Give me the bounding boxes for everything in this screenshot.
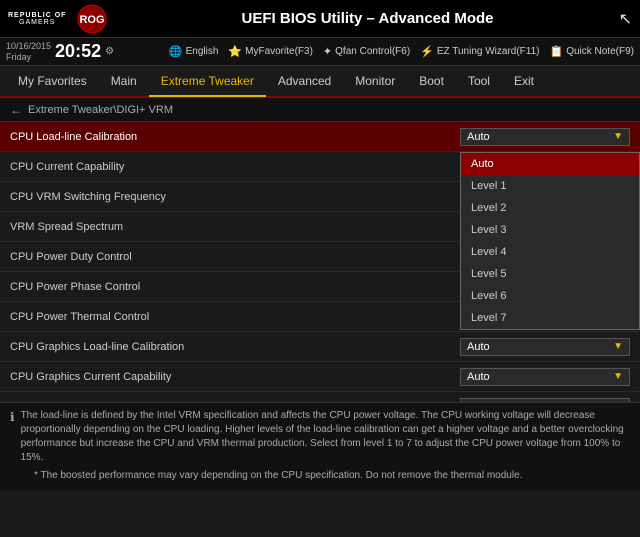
toolbar-myfavorite[interactable]: ⭐ MyFavorite(F3) <box>228 45 313 58</box>
dropdown-option-level7[interactable]: Level 7 <box>461 307 639 329</box>
setting-name: CPU Power Phase Control <box>10 281 460 293</box>
tab-myfavorites[interactable]: My Favorites <box>6 66 99 96</box>
toolbar-quicknote-label: Quick Note(F9) <box>566 46 634 57</box>
dropdown-arrow-icon: ▼ <box>613 371 623 382</box>
star-icon: ⭐ <box>228 45 242 58</box>
cpu-gfx-switch-freq-dropdown[interactable]: Auto ▼ <box>460 398 630 403</box>
cpu-loadline-dropdown[interactable]: Auto ▼ <box>460 128 630 146</box>
dropdown-arrow-icon: ▼ <box>613 131 623 142</box>
dropdown-arrow-icon: ▼ <box>613 401 623 402</box>
dropdown-value: Auto <box>467 401 490 403</box>
setting-name: CPU Graphics Current Capability <box>10 371 460 383</box>
tab-main[interactable]: Main <box>99 66 149 96</box>
toolbar-myfavorite-label: MyFavorite(F3) <box>245 46 313 57</box>
time-display: 20:52 <box>55 41 101 62</box>
time-section: 10/16/2015 Friday 20:52 ⚙ <box>6 41 114 63</box>
toolbar-quicknote[interactable]: 📋 Quick Note(F9) <box>550 45 635 58</box>
setting-value: Auto ▼ <box>460 338 630 356</box>
bottom-info: ℹ The load-line is defined by the Intel … <box>0 402 640 491</box>
toolbar: 10/16/2015 Friday 20:52 ⚙ 🌐 English ⭐ My… <box>0 38 640 66</box>
toolbar-eztuning[interactable]: ⚡ EZ Tuning Wizard(F11) <box>420 45 539 58</box>
setting-value: Auto ▼ <box>460 398 630 403</box>
setting-name: CPU Graphics Switching Frequency <box>10 401 460 403</box>
dropdown-option-level3[interactable]: Level 3 <box>461 219 639 241</box>
toolbar-language-label: English <box>186 46 219 57</box>
info-description: The load-line is defined by the Intel VR… <box>21 409 630 465</box>
setting-name: CPU Graphics Load-line Calibration <box>10 341 460 353</box>
settings-gear-icon[interactable]: ⚙ <box>105 46 114 57</box>
setting-name: CPU VRM Switching Frequency <box>10 191 460 203</box>
tab-boot[interactable]: Boot <box>407 66 456 96</box>
fan-icon: ✦ <box>323 45 332 58</box>
dropdown-option-auto[interactable]: Auto <box>461 153 639 175</box>
toolbar-items: 🌐 English ⭐ MyFavorite(F3) ✦ Qfan Contro… <box>126 45 634 58</box>
tab-extreme-tweaker[interactable]: Extreme Tweaker <box>149 67 266 97</box>
breadcrumb: ← Extreme Tweaker\DIGI+ VRM <box>0 98 640 122</box>
info-icon: ℹ <box>10 410 15 465</box>
setting-value: Auto ▼ <box>460 368 630 386</box>
info-spacer <box>10 469 28 483</box>
dropdown-option-level1[interactable]: Level 1 <box>461 175 639 197</box>
setting-name: CPU Power Thermal Control <box>10 311 460 323</box>
info-row: ℹ The load-line is defined by the Intel … <box>10 409 630 465</box>
tab-monitor[interactable]: Monitor <box>343 66 407 96</box>
bios-title: UEFI BIOS Utility – Advanced Mode <box>116 10 618 27</box>
dropdown-value: Auto <box>467 341 490 353</box>
dropdown-option-level5[interactable]: Level 5 <box>461 263 639 285</box>
toolbar-language[interactable]: 🌐 English <box>169 45 219 58</box>
setting-name: CPU Load-line Calibration <box>10 131 460 143</box>
cpu-gfx-loadline-dropdown[interactable]: Auto ▼ <box>460 338 630 356</box>
setting-name: CPU Power Duty Control <box>10 251 460 263</box>
tab-exit[interactable]: Exit <box>502 66 546 96</box>
setting-name: VRM Spread Spectrum <box>10 221 460 233</box>
date-day: 10/16/2015 Friday <box>6 41 51 63</box>
back-arrow-icon[interactable]: ← <box>10 103 22 117</box>
tab-advanced[interactable]: Advanced <box>266 66 343 96</box>
globe-icon: 🌐 <box>169 45 183 58</box>
dropdown-value: Auto <box>467 371 490 383</box>
day: Friday <box>6 52 51 63</box>
dropdown-arrow-icon: ▼ <box>613 341 623 352</box>
toolbar-qfan-label: Qfan Control(F6) <box>335 46 410 57</box>
info-note: * The boosted performance may vary depen… <box>34 469 522 483</box>
header-bar: REPUBLIC OF GAMERS ROG UEFI BIOS Utility… <box>0 0 640 38</box>
table-row: CPU Graphics Current Capability Auto ▼ <box>0 362 640 392</box>
dropdown-option-level2[interactable]: Level 2 <box>461 197 639 219</box>
info-note-row: * The boosted performance may vary depen… <box>10 469 630 483</box>
tune-icon: ⚡ <box>420 45 434 58</box>
dropdown-option-level4[interactable]: Level 4 <box>461 241 639 263</box>
nav-tabs: My Favorites Main Extreme Tweaker Advanc… <box>0 66 640 98</box>
table-row: CPU Graphics Load-line Calibration Auto … <box>0 332 640 362</box>
toolbar-qfan[interactable]: ✦ Qfan Control(F6) <box>323 45 410 58</box>
note-icon: 📋 <box>550 45 564 58</box>
logo-line2: GAMERS <box>19 19 55 26</box>
table-row: CPU Load-line Calibration Auto ▼ <box>0 122 640 152</box>
svg-text:ROG: ROG <box>80 14 105 26</box>
cursor-icon: ↖ <box>619 9 632 29</box>
table-row: CPU Graphics Switching Frequency Auto ▼ <box>0 392 640 402</box>
loadline-dropdown-overlay: Auto Level 1 Level 2 Level 3 Level 4 Lev… <box>460 152 640 330</box>
main-content: CPU Load-line Calibration Auto ▼ CPU Cur… <box>0 122 640 402</box>
cpu-gfx-current-dropdown[interactable]: Auto ▼ <box>460 368 630 386</box>
logo-line1: REPUBLIC OF <box>8 12 66 19</box>
toolbar-eztuning-label: EZ Tuning Wizard(F11) <box>437 46 540 57</box>
tab-tool[interactable]: Tool <box>456 66 502 96</box>
rog-icon: ROG <box>76 3 108 35</box>
breadcrumb-text: Extreme Tweaker\DIGI+ VRM <box>28 104 173 116</box>
setting-value: Auto ▼ <box>460 128 630 146</box>
dropdown-option-level6[interactable]: Level 6 <box>461 285 639 307</box>
dropdown-value: Auto <box>467 131 490 143</box>
date: 10/16/2015 <box>6 41 51 52</box>
setting-name: CPU Current Capability <box>10 161 460 173</box>
rog-logo: REPUBLIC OF GAMERS <box>8 12 66 26</box>
